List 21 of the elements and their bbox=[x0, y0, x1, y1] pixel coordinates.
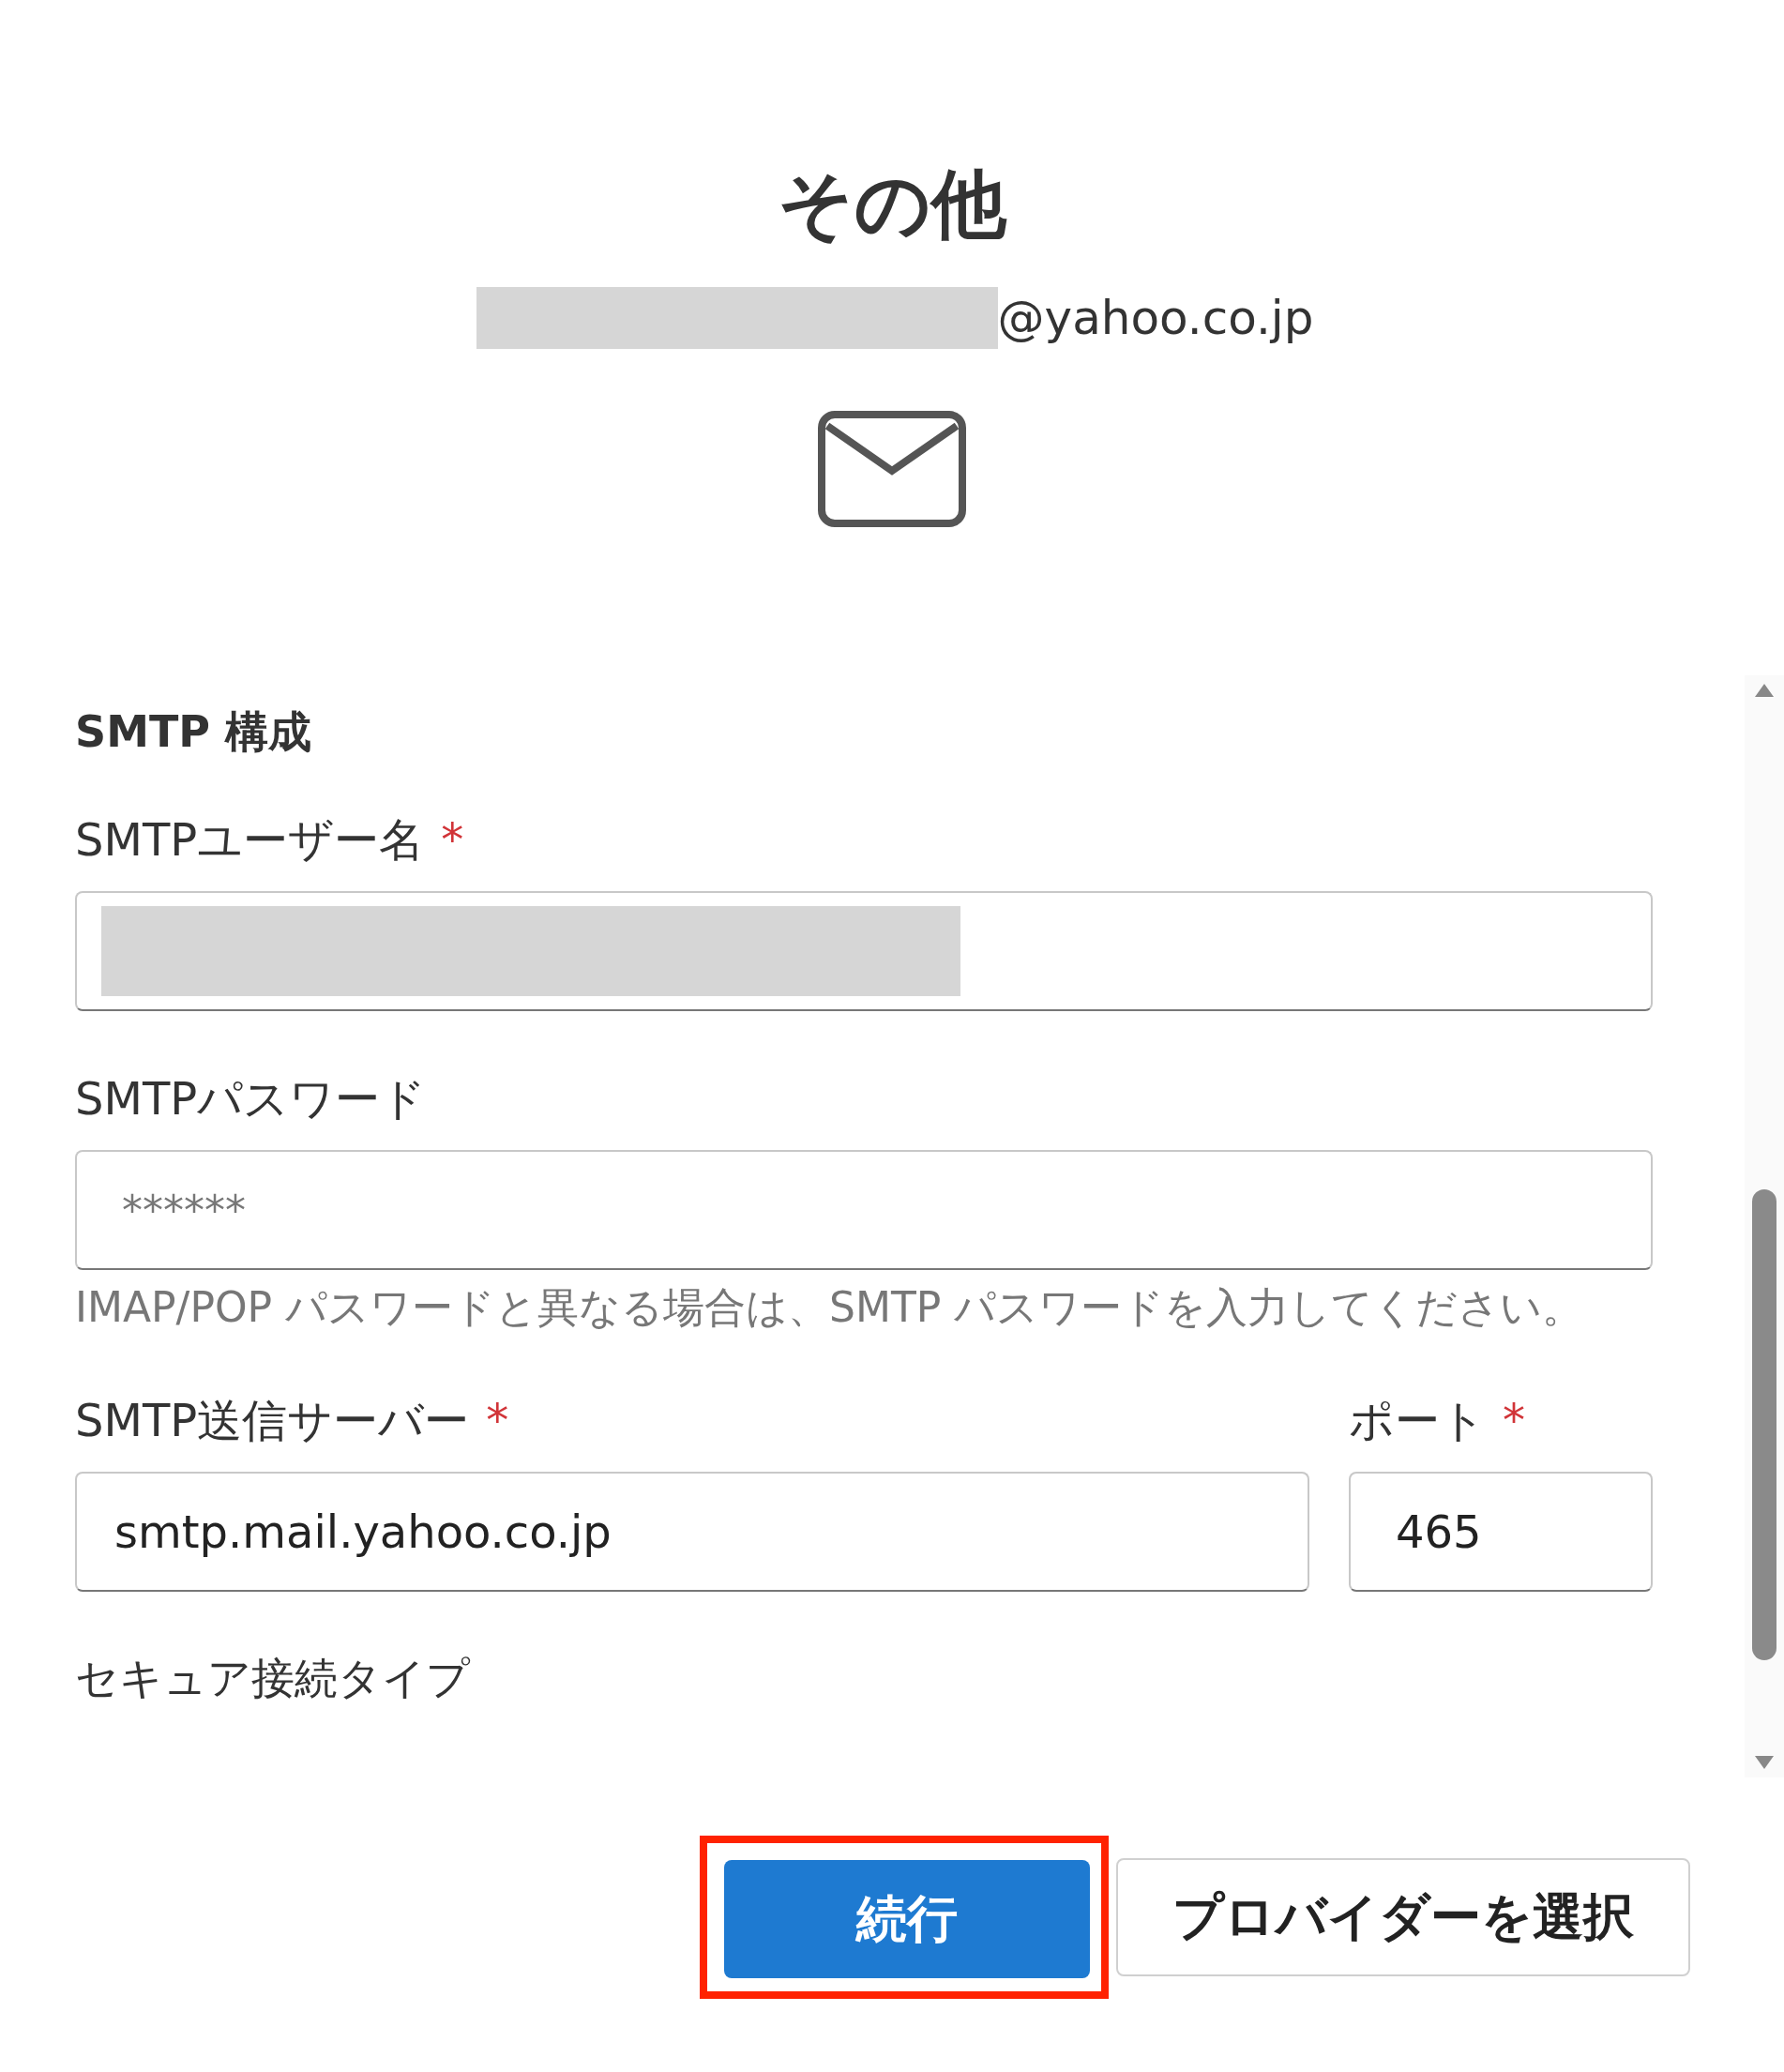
provider-button[interactable]: プロバイダーを選択 bbox=[1116, 1858, 1690, 1976]
field-label: SMTPパスワード bbox=[75, 1071, 428, 1127]
section-heading: SMTP 構成 bbox=[75, 705, 312, 759]
field-label: SMTP送信サーバー * bbox=[75, 1392, 510, 1448]
scrollbar[interactable] bbox=[1745, 675, 1784, 1777]
field-label: ポート * bbox=[1349, 1392, 1526, 1448]
input-field[interactable]: 465 bbox=[1349, 1471, 1653, 1592]
input-field[interactable]: ****** bbox=[75, 1150, 1653, 1270]
input-field[interactable]: smtp.mail.yahoo.co.jp bbox=[75, 1471, 1309, 1592]
page-title: その他 bbox=[778, 159, 1006, 250]
continue-button[interactable]: 続行 bbox=[724, 1860, 1090, 1978]
help-text: IMAP/POP パスワードと異なる場合は、SMTP パスワードを入力してください。 bbox=[75, 1283, 1585, 1333]
field-label: セキュア接続タイプ bbox=[75, 1651, 472, 1705]
envelope-icon bbox=[818, 411, 966, 527]
up-arrow-icon[interactable] bbox=[1754, 683, 1775, 698]
email-domain: @yahoo.co.jp bbox=[997, 290, 1314, 347]
field-label: SMTPユーザー名 * bbox=[75, 812, 465, 868]
scrollbar-thumb[interactable] bbox=[1752, 1189, 1776, 1660]
placeholder-text: ****** bbox=[121, 1186, 246, 1234]
input-field[interactable] bbox=[75, 891, 1653, 1011]
down-arrow-icon[interactable] bbox=[1754, 1755, 1775, 1770]
